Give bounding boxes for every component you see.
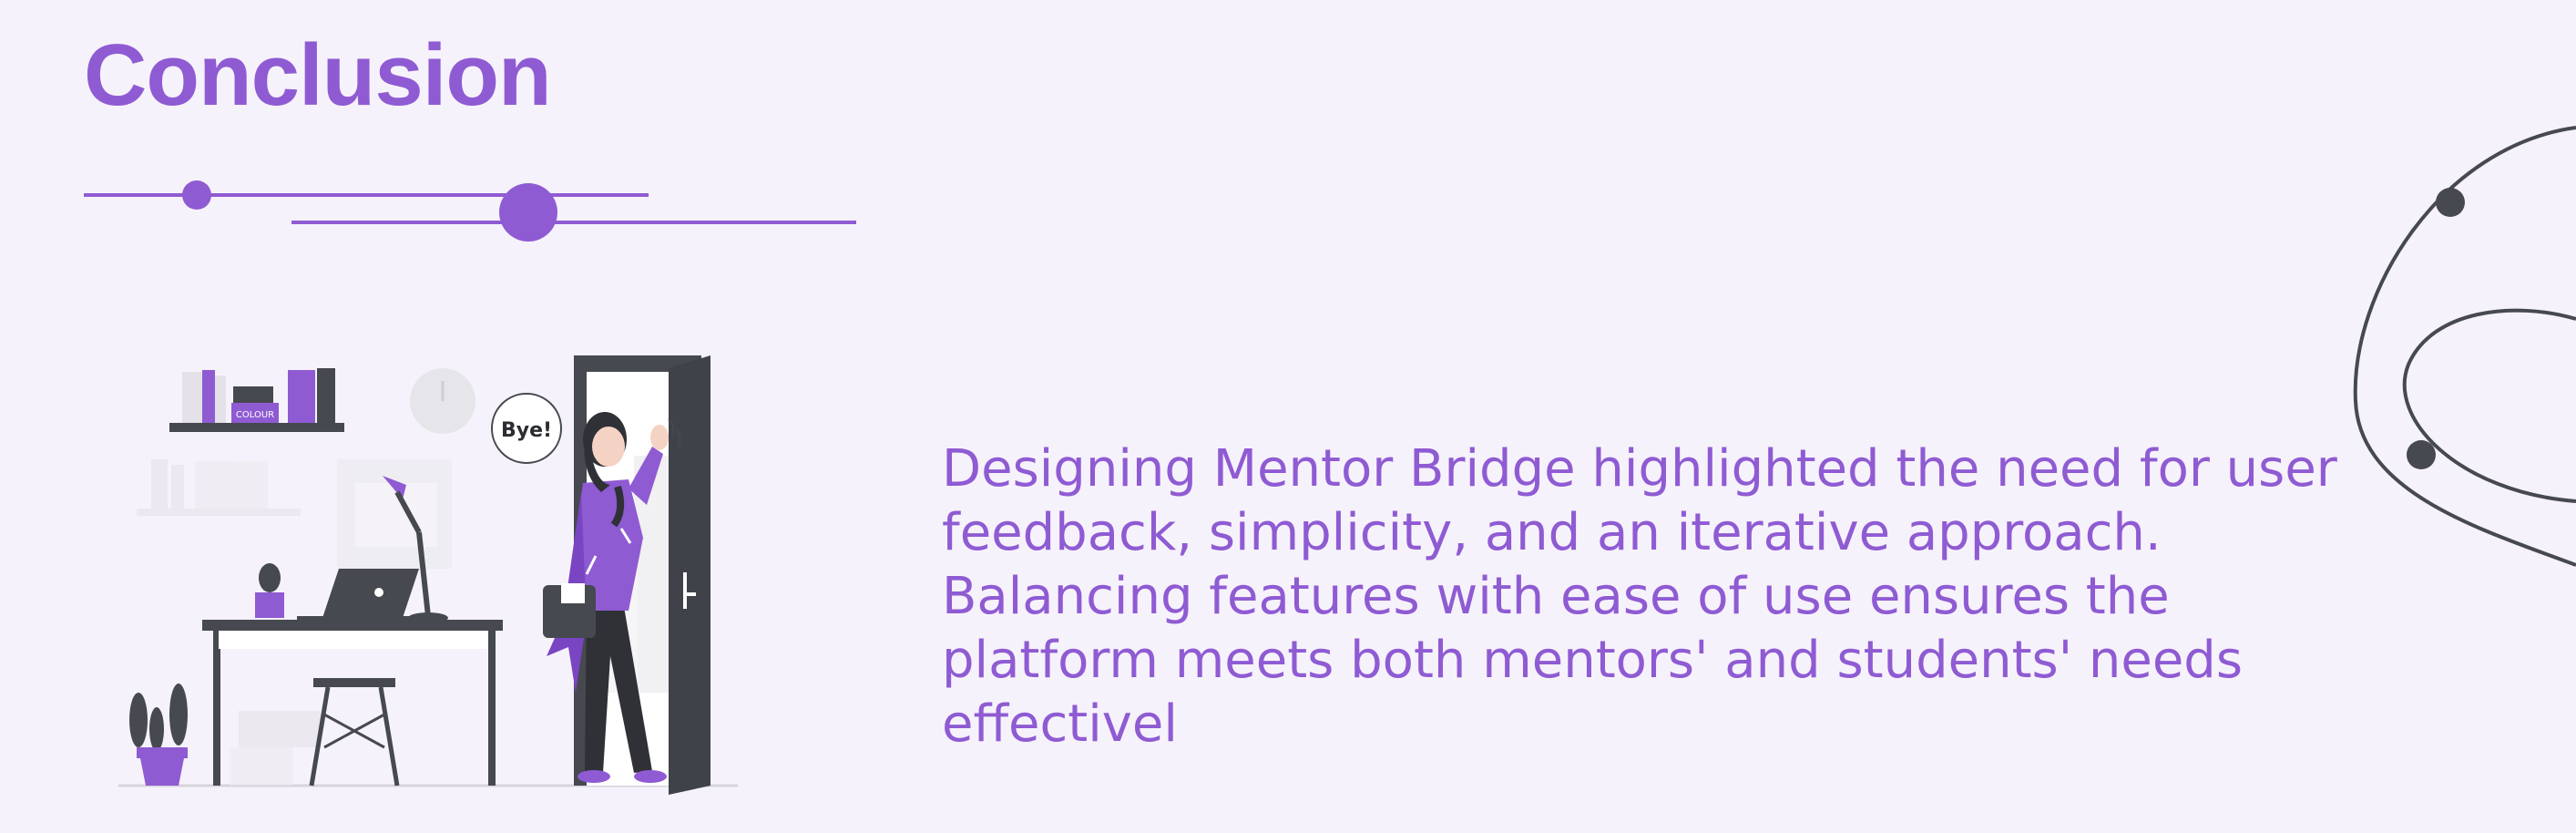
speech-bubble: Bye! <box>491 393 562 464</box>
deco-dot-large <box>499 183 557 242</box>
book-label: COLOUR <box>236 410 274 420</box>
speech-bubble-text: Bye! <box>501 419 552 442</box>
bookshelf: COLOUR <box>169 368 344 432</box>
desk-cactus <box>255 563 284 618</box>
orbit-inner <box>2402 308 2576 503</box>
wall-clock <box>410 368 475 434</box>
orbit-dot-mid <box>2407 440 2436 469</box>
orbit-outer <box>2353 126 2576 567</box>
stool <box>309 678 400 787</box>
storage-boxes <box>230 711 321 786</box>
orbit-dot-top <box>2436 188 2465 217</box>
conclusion-paragraph: Designing Mentor Bridge highlighted the … <box>942 439 2337 754</box>
faded-shelf <box>137 459 301 516</box>
office-illustration: COLOUR Bye! <box>118 355 738 795</box>
floor-plant <box>129 684 188 786</box>
deco-dot-small <box>182 180 211 210</box>
slide: Conclusion COLOUR Bye! Designing Mentor … <box>0 0 2576 833</box>
decorative-lines <box>84 180 856 242</box>
decorative-orbit <box>2353 126 2576 567</box>
laptop <box>297 569 421 622</box>
wall-calendar <box>337 459 452 569</box>
